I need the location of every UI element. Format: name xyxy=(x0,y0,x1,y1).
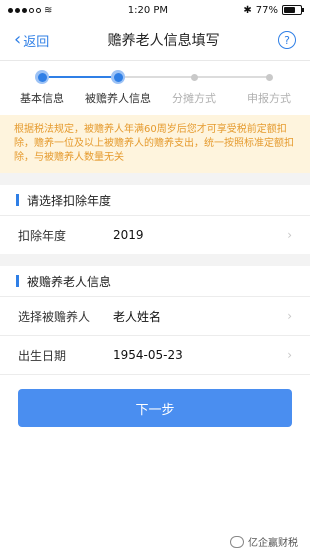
signal-icon xyxy=(8,7,41,13)
step-label: 基本信息 xyxy=(20,92,64,105)
back-button[interactable]: ‹ 返回 xyxy=(14,31,49,50)
section-deduction-year: 请选择扣除年度 xyxy=(0,185,310,215)
chevron-right-icon: › xyxy=(287,228,292,242)
step-node xyxy=(262,70,276,84)
status-time: 1:20 PM xyxy=(127,4,169,16)
battery-icon xyxy=(282,5,304,15)
step-node xyxy=(187,70,201,84)
section-title: 被赡养老人信息 xyxy=(27,274,112,289)
row-value: 1954-05-23 xyxy=(113,348,183,362)
row-label: 扣除年度 xyxy=(18,228,67,243)
step-label: 分摊方式 xyxy=(172,92,216,105)
deduction-year-row[interactable]: 扣除年度 2019 › xyxy=(0,215,310,254)
screen: ≋ 1:20 PM ✱ 77% ‹ 返回 赡养老人信息填写 ? 基本信息 被赡养… xyxy=(0,0,310,559)
wechat-icon xyxy=(230,535,244,548)
progress-steps: 基本信息 被赡养人信息 分摊方式 申报方式 xyxy=(0,61,310,115)
section-title: 请选择扣除年度 xyxy=(27,193,112,208)
step-basic-info: 基本信息 xyxy=(3,61,81,106)
select-dependent-row[interactable]: 选择被赡养人 老人姓名 › xyxy=(0,296,310,335)
chevron-right-icon: › xyxy=(287,348,292,362)
step-dependent-info: 被赡养人信息 xyxy=(79,61,157,106)
notice-banner: 根据税法规定，被赡养人年满60周岁后您才可享受税前定额扣除，赡养一位及以上被赡养… xyxy=(0,115,310,173)
step-label: 被赡养人信息 xyxy=(85,92,151,105)
status-bar: ≋ 1:20 PM ✱ 77% xyxy=(0,0,310,20)
row-value: 老人姓名 xyxy=(113,309,162,324)
next-button[interactable]: 下一步 xyxy=(18,389,292,427)
section-elder-info: 被赡养老人信息 xyxy=(0,266,310,296)
nav-bar: ‹ 返回 赡养老人信息填写 ? xyxy=(0,20,310,61)
birth-date-row[interactable]: 出生日期 1954-05-23 › xyxy=(0,335,310,375)
step-declaration: 申报方式 xyxy=(230,61,308,106)
battery-percent: 77% xyxy=(255,4,278,16)
back-label: 返回 xyxy=(23,34,50,50)
watermark: 亿企赢财税 xyxy=(230,534,298,549)
step-label: 申报方式 xyxy=(247,92,291,105)
chevron-left-icon: ‹ xyxy=(14,29,22,50)
wifi-icon: ≋ xyxy=(44,4,53,16)
row-label: 选择被赡养人 xyxy=(18,309,91,324)
chevron-right-icon: › xyxy=(287,309,292,323)
row-label: 出生日期 xyxy=(18,348,67,363)
step-node xyxy=(111,70,125,84)
step-allocation: 分摊方式 xyxy=(155,61,233,106)
row-value: 2019 xyxy=(113,228,144,242)
step-node xyxy=(35,70,49,84)
help-icon[interactable]: ? xyxy=(278,31,296,49)
bluetooth-icon: ✱ xyxy=(243,4,252,16)
page-title: 赡养老人信息填写 xyxy=(107,33,220,49)
